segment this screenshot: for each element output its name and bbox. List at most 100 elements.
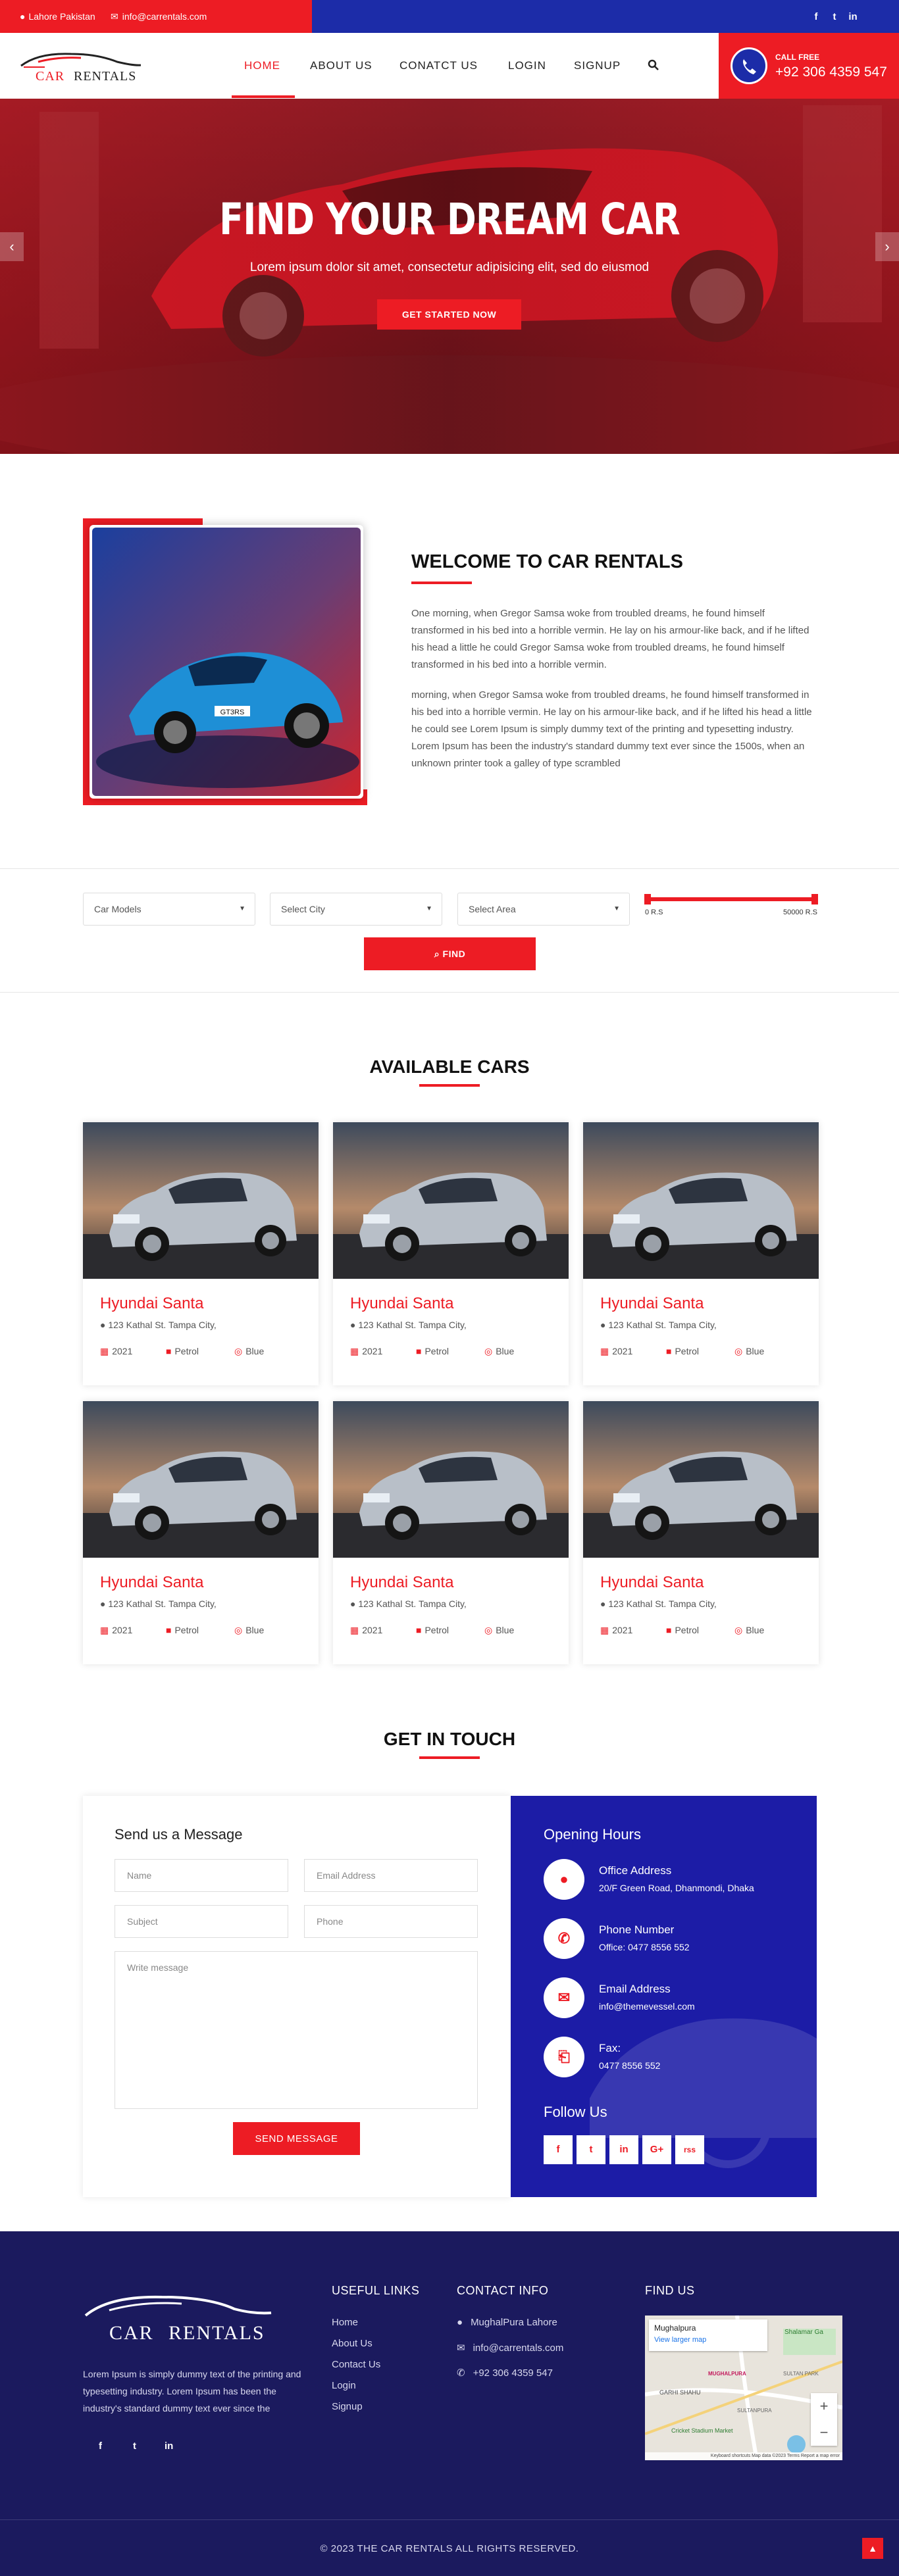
- name-field[interactable]: Name: [115, 1859, 288, 1892]
- twitter-icon[interactable]: t: [825, 11, 844, 22]
- car-image[interactable]: [83, 1401, 319, 1558]
- car-year-text: 2021: [612, 1346, 633, 1356]
- facebook-icon[interactable]: f: [807, 11, 825, 22]
- car-image[interactable]: [583, 1122, 819, 1279]
- car-image[interactable]: [333, 1122, 569, 1279]
- car-address-text: 123 Kathal St. Tampa City,: [108, 1598, 217, 1609]
- nav-login[interactable]: LOGIN: [508, 33, 546, 99]
- call-free-phone[interactable]: +92 306 4359 547: [775, 64, 887, 80]
- facebook-icon[interactable]: f: [544, 2135, 573, 2164]
- office-address-label: Office Address: [599, 1864, 672, 1877]
- footer-link-contact-us[interactable]: Contact Us: [332, 2359, 380, 2370]
- car-title[interactable]: Hyundai Santa: [100, 1573, 203, 1592]
- car-address: ● 123 Kathal St. Tampa City,: [600, 1320, 717, 1330]
- search-icon[interactable]: [648, 59, 659, 71]
- car-address: ● 123 Kathal St. Tampa City,: [350, 1598, 467, 1609]
- rss-icon[interactable]: rss: [675, 2135, 704, 2164]
- email-info[interactable]: ✉ info@carrentals.com: [111, 0, 207, 33]
- car-title[interactable]: Hyundai Santa: [600, 1295, 704, 1313]
- email-field[interactable]: Email Address: [304, 1859, 478, 1892]
- phone-number-value: Office: 0477 8556 552: [599, 1942, 690, 1952]
- calendar-icon: ▦: [100, 1625, 109, 1635]
- nav-about-us[interactable]: ABOUT US: [310, 33, 372, 99]
- calendar-icon: ▦: [350, 1625, 359, 1635]
- embedded-map[interactable]: Mughalpura View larger map Shalamar Ga M…: [645, 2316, 842, 2460]
- nav-home[interactable]: HOME: [244, 33, 280, 99]
- fuel-pump-icon: ■: [666, 1346, 672, 1356]
- car-image[interactable]: [333, 1401, 569, 1558]
- car-color-text: Blue: [245, 1625, 265, 1635]
- linkedin-icon[interactable]: in: [609, 2135, 638, 2164]
- footer-email-text[interactable]: info@carrentals.com: [473, 2342, 564, 2354]
- opening-hours-title: Opening Hours: [544, 1826, 641, 1843]
- car-image[interactable]: [83, 1122, 319, 1279]
- map-label-sultan-park: SULTAN PARK: [783, 2371, 819, 2377]
- footer-link-home[interactable]: Home: [332, 2317, 358, 2328]
- hero-car-image: [0, 99, 899, 454]
- email-text[interactable]: info@carrentals.com: [122, 11, 207, 22]
- email-address-value[interactable]: info@themevessel.com: [599, 2001, 695, 2012]
- slider-next-arrow[interactable]: ›: [875, 232, 899, 261]
- car-card[interactable]: Hyundai Santa ● 123 Kathal St. Tampa City…: [333, 1122, 569, 1385]
- map-larger-link[interactable]: View larger map: [654, 2336, 706, 2344]
- car-card[interactable]: Hyundai Santa ● 123 Kathal St. Tampa City…: [83, 1122, 319, 1385]
- footer-address-text: MughalPura Lahore: [471, 2317, 557, 2328]
- footer-logo[interactable]: CAR RENTALS: [83, 2291, 274, 2344]
- price-range-handle-max[interactable]: [811, 894, 818, 904]
- form-title: Send us a Message: [115, 1826, 243, 1843]
- brand-logo[interactable]: CAR RENTALS: [18, 47, 143, 87]
- find-button[interactable]: ⌕ FIND: [364, 937, 536, 970]
- message-field[interactable]: Write message: [115, 1951, 478, 2109]
- footer-link-about-us[interactable]: About Us: [332, 2338, 372, 2349]
- car-card[interactable]: Hyundai Santa ● 123 Kathal St. Tampa City…: [583, 1122, 819, 1385]
- fuel-pump-icon: ■: [166, 1346, 172, 1356]
- google-plus-icon[interactable]: G+: [642, 2135, 671, 2164]
- map-label-garhi-shahu: GARHI SHAHU: [659, 2389, 701, 2396]
- call-free-box[interactable]: CALL FREE +92 306 4359 547: [719, 33, 899, 99]
- car-title[interactable]: Hyundai Santa: [600, 1573, 704, 1592]
- facebook-icon[interactable]: f: [99, 2440, 102, 2452]
- car-year: ▦ 2021: [600, 1346, 632, 1357]
- nav-signup[interactable]: SIGNUP: [574, 33, 621, 99]
- price-range-slider[interactable]: 0 R.S 50000 R.S: [644, 891, 818, 918]
- car-card[interactable]: Hyundai Santa ● 123 Kathal St. Tampa City…: [583, 1401, 819, 1664]
- price-range-handle-min[interactable]: [644, 894, 651, 904]
- fax-label: Fax:: [599, 2042, 621, 2054]
- map-marker-icon: ●: [600, 1320, 609, 1330]
- car-title[interactable]: Hyundai Santa: [350, 1573, 453, 1592]
- phone-field[interactable]: Phone: [304, 1905, 478, 1938]
- footer-link-signup[interactable]: Signup: [332, 2401, 363, 2412]
- car-card[interactable]: Hyundai Santa ● 123 Kathal St. Tampa City…: [333, 1401, 569, 1664]
- linkedin-icon[interactable]: in: [165, 2440, 173, 2452]
- city-select[interactable]: Select City ▼: [270, 893, 442, 926]
- footer-link-login[interactable]: Login: [332, 2380, 356, 2391]
- subject-field[interactable]: Subject: [115, 1905, 288, 1938]
- car-year: ▦ 2021: [100, 1346, 132, 1357]
- footer-email[interactable]: ✉ info@carrentals.com: [457, 2342, 563, 2354]
- linkedin-icon[interactable]: in: [844, 11, 862, 22]
- palette-icon: ◎: [734, 1346, 743, 1356]
- car-title[interactable]: Hyundai Santa: [350, 1295, 453, 1313]
- location-text: Lahore Pakistan: [28, 11, 95, 22]
- car-address: ● 123 Kathal St. Tampa City,: [100, 1320, 217, 1330]
- filter-section-top-border: [0, 868, 899, 869]
- car-image[interactable]: [583, 1401, 819, 1558]
- car-card[interactable]: Hyundai Santa ● 123 Kathal St. Tampa City…: [83, 1401, 319, 1664]
- car-title[interactable]: Hyundai Santa: [100, 1295, 203, 1313]
- slider-prev-arrow[interactable]: ‹: [0, 232, 24, 261]
- twitter-icon[interactable]: t: [577, 2135, 605, 2164]
- fax-icon: ⎗: [544, 2037, 584, 2077]
- scroll-to-top-button[interactable]: ▲: [862, 2538, 883, 2559]
- car-models-select[interactable]: Car Models ▼: [83, 893, 255, 926]
- email-address-label: Email Address: [599, 1983, 671, 1995]
- map-zoom-in-button[interactable]: +: [811, 2393, 837, 2419]
- get-started-button[interactable]: GET STARTED NOW: [377, 299, 521, 330]
- send-message-button[interactable]: SEND MESSAGE: [233, 2122, 360, 2155]
- area-select[interactable]: Select Area ▼: [457, 893, 630, 926]
- map-place-title: Mughalpura: [654, 2323, 696, 2333]
- area-value: Select Area: [469, 904, 516, 914]
- nav-contact-us[interactable]: CONATCT US: [399, 33, 478, 99]
- twitter-icon[interactable]: t: [133, 2440, 136, 2452]
- map-zoom-out-button[interactable]: −: [811, 2419, 837, 2446]
- calendar-icon: ▦: [100, 1346, 109, 1356]
